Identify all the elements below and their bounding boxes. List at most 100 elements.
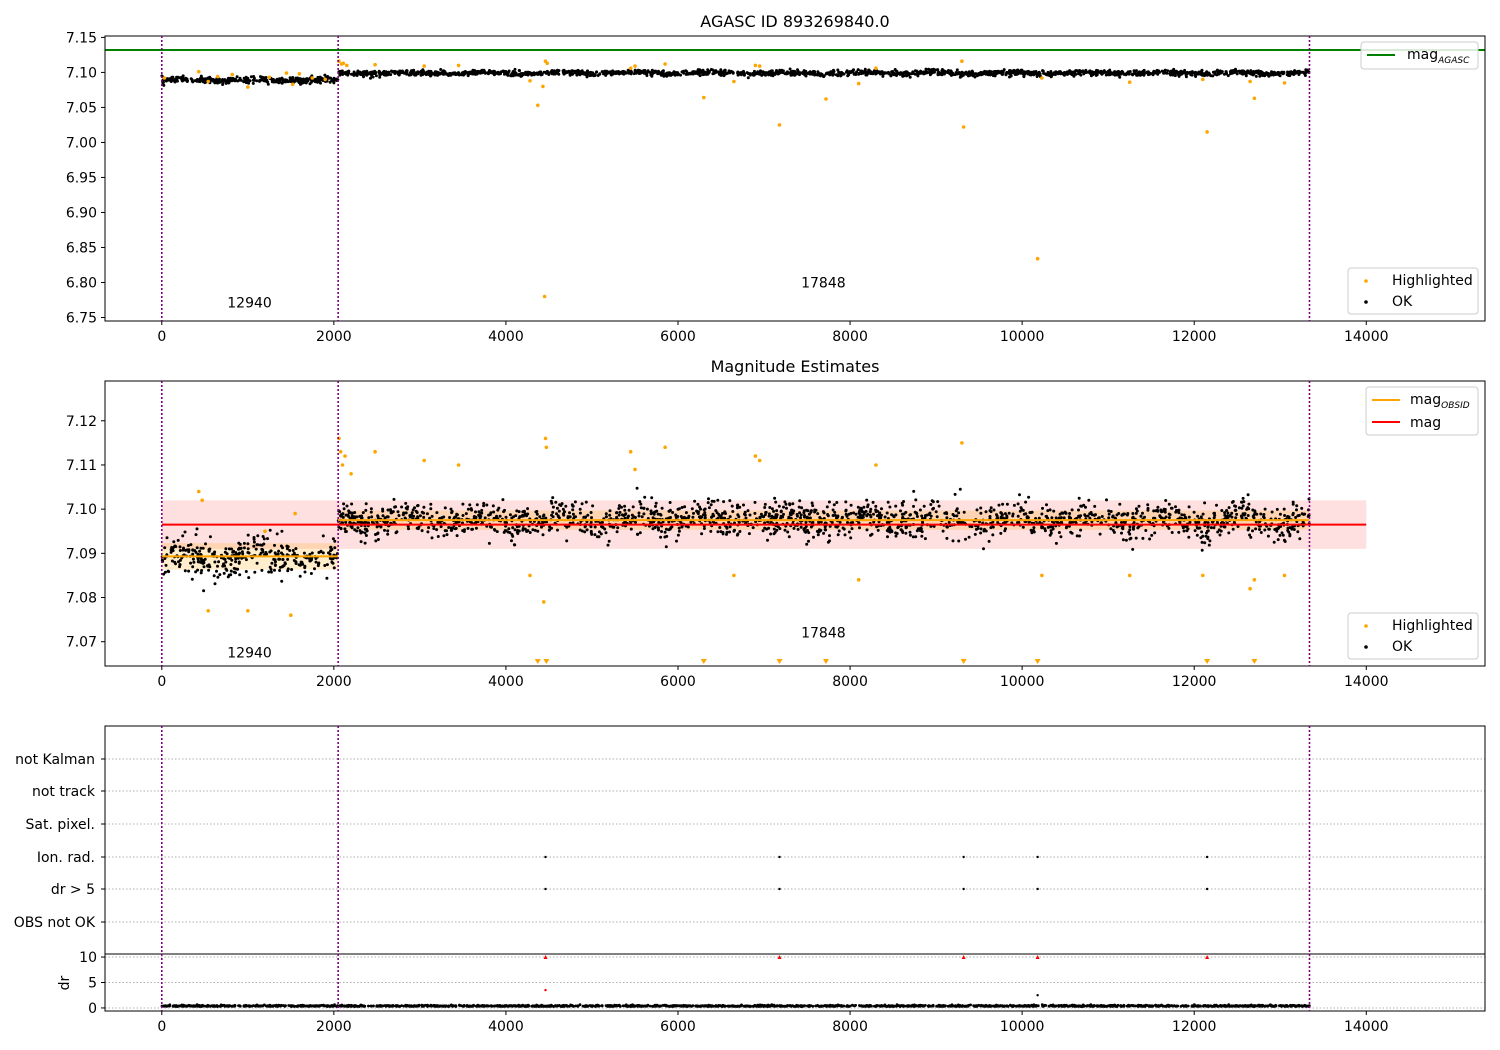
ok-point	[1040, 512, 1044, 516]
ok-point	[1254, 74, 1258, 78]
ok-point	[196, 568, 200, 572]
ok-point	[1195, 533, 1199, 537]
ok-point	[1131, 516, 1135, 520]
ok-point	[223, 550, 227, 554]
ok-point	[551, 496, 555, 500]
ok-point	[806, 509, 810, 513]
ok-point	[552, 69, 556, 73]
ok-point	[743, 510, 747, 514]
ok-point	[995, 69, 999, 73]
ok-point	[488, 70, 492, 74]
below-range-marker	[960, 659, 967, 664]
agasc-legend-top: magAGASC	[1360, 41, 1479, 70]
ok-point	[1200, 530, 1204, 534]
ok-point	[513, 67, 517, 71]
ok-point	[1196, 526, 1200, 530]
ok-point	[955, 68, 959, 72]
ok-point	[707, 71, 711, 75]
highlighted-point	[323, 77, 328, 82]
ok-point	[1061, 511, 1065, 515]
flags-axes-frame	[104, 725, 1486, 955]
ok-point	[1126, 512, 1130, 515]
ok-point	[865, 498, 869, 502]
ok-point	[186, 79, 189, 83]
ok-point	[908, 530, 912, 534]
ok-point	[397, 514, 401, 517]
ok-point	[169, 550, 173, 554]
ok-point	[849, 511, 853, 515]
ok-point	[1141, 536, 1145, 540]
ok-point	[850, 527, 854, 531]
ok-point	[196, 560, 200, 564]
ok-point	[232, 566, 236, 570]
highlighted-point	[543, 436, 548, 441]
ok-point	[1109, 510, 1113, 513]
ok-point	[1142, 73, 1146, 77]
ok-point	[515, 525, 519, 529]
ok-point	[266, 82, 270, 86]
ok-point	[1128, 70, 1132, 73]
ok-point	[772, 532, 776, 536]
ok-point	[178, 545, 182, 549]
ok-point	[671, 511, 675, 514]
ok-point	[1041, 69, 1045, 73]
dr-points	[160, 955, 1311, 1008]
highlighted-point	[284, 71, 289, 75]
ok-point	[1134, 536, 1138, 540]
ok-point	[264, 551, 268, 554]
ok-point	[1211, 70, 1215, 74]
obsid-label: 17848	[801, 275, 846, 291]
ok-point	[509, 74, 513, 78]
highlighted-point	[544, 445, 549, 450]
ok-point	[785, 506, 788, 510]
ok-point	[578, 507, 582, 511]
ok-point	[639, 502, 643, 506]
ok-point	[1200, 540, 1204, 544]
ok-point	[238, 76, 242, 80]
ok-point	[1051, 72, 1055, 76]
ok-point	[857, 511, 861, 515]
ok-point	[876, 528, 880, 532]
ok-point	[1294, 516, 1298, 519]
ok-point	[603, 527, 607, 531]
ok-point	[1206, 535, 1210, 539]
ok-point	[1088, 69, 1092, 73]
ok-point	[1098, 532, 1102, 536]
ok-point	[542, 513, 546, 517]
ok-point	[912, 504, 915, 508]
ok-point	[709, 503, 713, 507]
ok-point	[248, 79, 252, 83]
ok-point	[1045, 503, 1048, 507]
ok-point	[467, 71, 471, 75]
ok-point	[254, 547, 258, 551]
ok-point	[487, 541, 491, 545]
ok-point	[707, 497, 710, 501]
ok-point	[408, 515, 412, 519]
ok-point	[589, 511, 593, 514]
ok-point	[979, 531, 983, 535]
ok-point	[931, 500, 935, 504]
ok-point	[941, 529, 945, 533]
ok-point	[298, 574, 302, 578]
ok-point	[1018, 493, 1021, 497]
ok-point	[674, 513, 678, 517]
ok-point	[224, 560, 228, 564]
ok-point	[426, 72, 429, 76]
ok-point	[642, 506, 646, 510]
ok-point	[883, 515, 887, 519]
ok-point	[957, 539, 961, 543]
highlighted-point	[310, 76, 315, 80]
ok-point	[163, 546, 167, 550]
ok-point	[777, 504, 781, 508]
ok-point	[1115, 513, 1119, 517]
ok-point	[236, 567, 240, 571]
ok-point	[294, 547, 298, 551]
ok-point	[936, 73, 940, 77]
ok-point	[979, 72, 983, 76]
ok-point	[693, 499, 697, 503]
ok-point	[521, 527, 525, 530]
x-tick-label: 10000	[1000, 329, 1045, 345]
ok-point	[187, 569, 191, 573]
ok-point	[1223, 511, 1227, 515]
ok-point	[773, 496, 777, 500]
